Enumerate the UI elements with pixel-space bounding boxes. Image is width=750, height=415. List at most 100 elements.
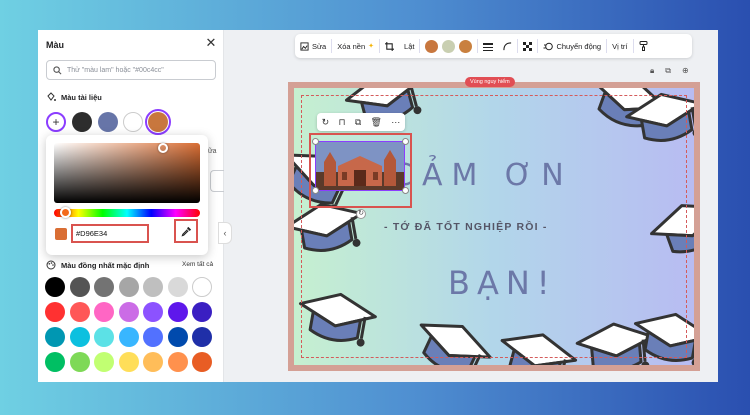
add-page-icon[interactable]: ⊕	[682, 66, 689, 76]
default-color-swatch[interactable]	[118, 277, 139, 297]
default-color-swatch[interactable]	[118, 352, 139, 372]
palette-icon	[46, 260, 56, 270]
color-panel: Màu ✕ Thử "màu lam" hoặc "#00c4cc" Màu t…	[38, 30, 232, 382]
resize-handle[interactable]	[402, 187, 409, 194]
collapse-panel-button[interactable]: ‹	[218, 222, 232, 244]
crop-icon	[385, 41, 395, 51]
corner-rounding-button[interactable]	[498, 34, 517, 58]
hue-handle[interactable]	[60, 207, 71, 218]
default-color-swatch[interactable]	[69, 327, 90, 347]
resize-handle[interactable]	[312, 187, 319, 194]
eyedropper-button[interactable]	[174, 219, 198, 243]
flip-button[interactable]: Lật	[399, 34, 419, 58]
flip-label: Lật	[404, 41, 415, 51]
doc-colors-title: Màu tài liệu	[61, 92, 102, 102]
default-color-swatch[interactable]	[192, 352, 212, 372]
default-color-swatch[interactable]	[94, 327, 114, 347]
subtitle[interactable]: - TỚ ĐÃ TỐT NGHIỆP RỒI -	[384, 221, 548, 233]
hidden-section-label: ữa	[208, 148, 217, 155]
bg-remove-label: Xóa nền	[337, 41, 366, 51]
heading-line-1[interactable]: CẢM ƠN	[392, 158, 573, 193]
default-color-swatch[interactable]	[45, 277, 65, 297]
search-input[interactable]: Thử "màu lam" hoặc "#00c4cc"	[46, 60, 216, 80]
current-color-swatch	[55, 228, 67, 240]
default-color-swatch[interactable]	[94, 277, 114, 297]
border-style-button[interactable]	[478, 34, 498, 58]
default-color-swatch[interactable]	[45, 327, 65, 347]
crop-button[interactable]	[380, 34, 399, 58]
paint-bucket-icon	[47, 92, 56, 101]
editor-window: Màu ✕ Thử "màu lam" hoặc "#00c4cc" Màu t…	[38, 30, 718, 382]
default-color-swatch[interactable]	[94, 302, 114, 322]
default-color-swatch[interactable]	[167, 302, 188, 322]
rotate-handle[interactable]: ↻	[356, 209, 366, 219]
edit-button[interactable]: Sửa	[295, 34, 331, 58]
default-color-swatch[interactable]	[143, 327, 163, 347]
default-color-swatch[interactable]	[94, 352, 114, 372]
doc-color-swatch[interactable]	[123, 112, 143, 132]
default-color-swatch[interactable]	[118, 302, 139, 322]
hex-input[interactable]: #D96E34	[71, 224, 149, 243]
transparency-button[interactable]	[518, 34, 537, 58]
close-icon[interactable]: ✕	[204, 36, 218, 50]
animate-button[interactable]: Chuyển động	[538, 34, 606, 58]
default-color-swatch[interactable]	[167, 327, 188, 347]
more-icon[interactable]: ⋯	[391, 117, 400, 128]
default-color-swatch[interactable]	[167, 352, 188, 372]
heading-line-2[interactable]: BẠN!	[448, 264, 557, 302]
image-floating-toolbar: ↻ ⊓ ⧉ 🗑︎ ⋯	[317, 113, 405, 131]
default-color-swatch[interactable]	[45, 302, 65, 322]
default-color-swatch[interactable]	[192, 302, 212, 322]
paint-format-button[interactable]	[634, 34, 653, 58]
default-color-swatch[interactable]	[167, 277, 188, 297]
hue-slider[interactable]	[54, 209, 200, 217]
border-style-icon	[483, 42, 494, 51]
default-colors-section: Màu đồng nhất mặc định	[46, 260, 149, 270]
position-button[interactable]: Vị trí	[607, 34, 632, 58]
default-color-swatch[interactable]	[69, 302, 90, 322]
resize-handle[interactable]	[312, 138, 319, 145]
doc-color-swatch[interactable]	[145, 109, 171, 135]
default-color-swatch[interactable]	[143, 302, 163, 322]
image-color-button[interactable]	[425, 39, 439, 53]
default-color-swatch[interactable]	[143, 277, 163, 297]
image-edit-icon	[300, 41, 309, 51]
selection-box	[315, 141, 405, 191]
add-color-button[interactable]: +	[46, 112, 66, 132]
delete-icon[interactable]: 🗑︎	[371, 117, 382, 128]
default-color-swatch[interactable]	[118, 327, 139, 347]
danger-zone-label: Vùng nguy hiểm	[465, 77, 515, 87]
copy-icon[interactable]: ⧉	[355, 117, 361, 128]
position-label: Vị trí	[612, 41, 628, 51]
saturation-area[interactable]	[54, 143, 200, 203]
animate-label: Chuyển động	[556, 41, 602, 51]
image-color-button[interactable]	[459, 39, 473, 53]
doc-color-swatch[interactable]	[98, 112, 118, 132]
color-picker-popover: #D96E34	[46, 135, 208, 255]
resize-handle[interactable]	[402, 138, 409, 145]
default-color-swatch[interactable]	[69, 352, 90, 372]
duplicate-page-icon[interactable]: ⧉	[665, 66, 671, 76]
see-all-link[interactable]: Xem tất cả	[182, 261, 213, 268]
doc-color-swatch[interactable]	[72, 112, 92, 132]
default-color-swatch[interactable]	[45, 352, 65, 372]
paint-roller-icon	[639, 41, 648, 51]
image-color-button[interactable]	[442, 39, 456, 53]
default-color-swatch[interactable]	[143, 352, 163, 372]
doc-colors-section: Màu tài liệu	[46, 92, 102, 102]
search-icon	[53, 65, 62, 74]
default-colors-title: Màu đồng nhất mặc định	[61, 260, 150, 270]
bg-remove-button[interactable]: Xóa nền ✦	[332, 34, 379, 58]
replace-icon[interactable]: ↻	[322, 117, 330, 128]
eyedropper-icon	[181, 226, 191, 236]
lock-icon[interactable]: 🔒︎	[650, 66, 654, 76]
edit-label: Sửa	[312, 41, 327, 51]
default-color-swatch[interactable]	[192, 327, 212, 347]
page-actions: 🔒︎ ⧉ ⊕	[650, 66, 689, 76]
default-color-swatch[interactable]	[192, 277, 212, 297]
default-color-swatch[interactable]	[69, 277, 90, 297]
animate-icon	[543, 42, 554, 50]
panel-title: Màu	[46, 40, 64, 50]
saturation-handle[interactable]	[158, 143, 168, 153]
lock-icon[interactable]: ⊓	[338, 117, 345, 128]
